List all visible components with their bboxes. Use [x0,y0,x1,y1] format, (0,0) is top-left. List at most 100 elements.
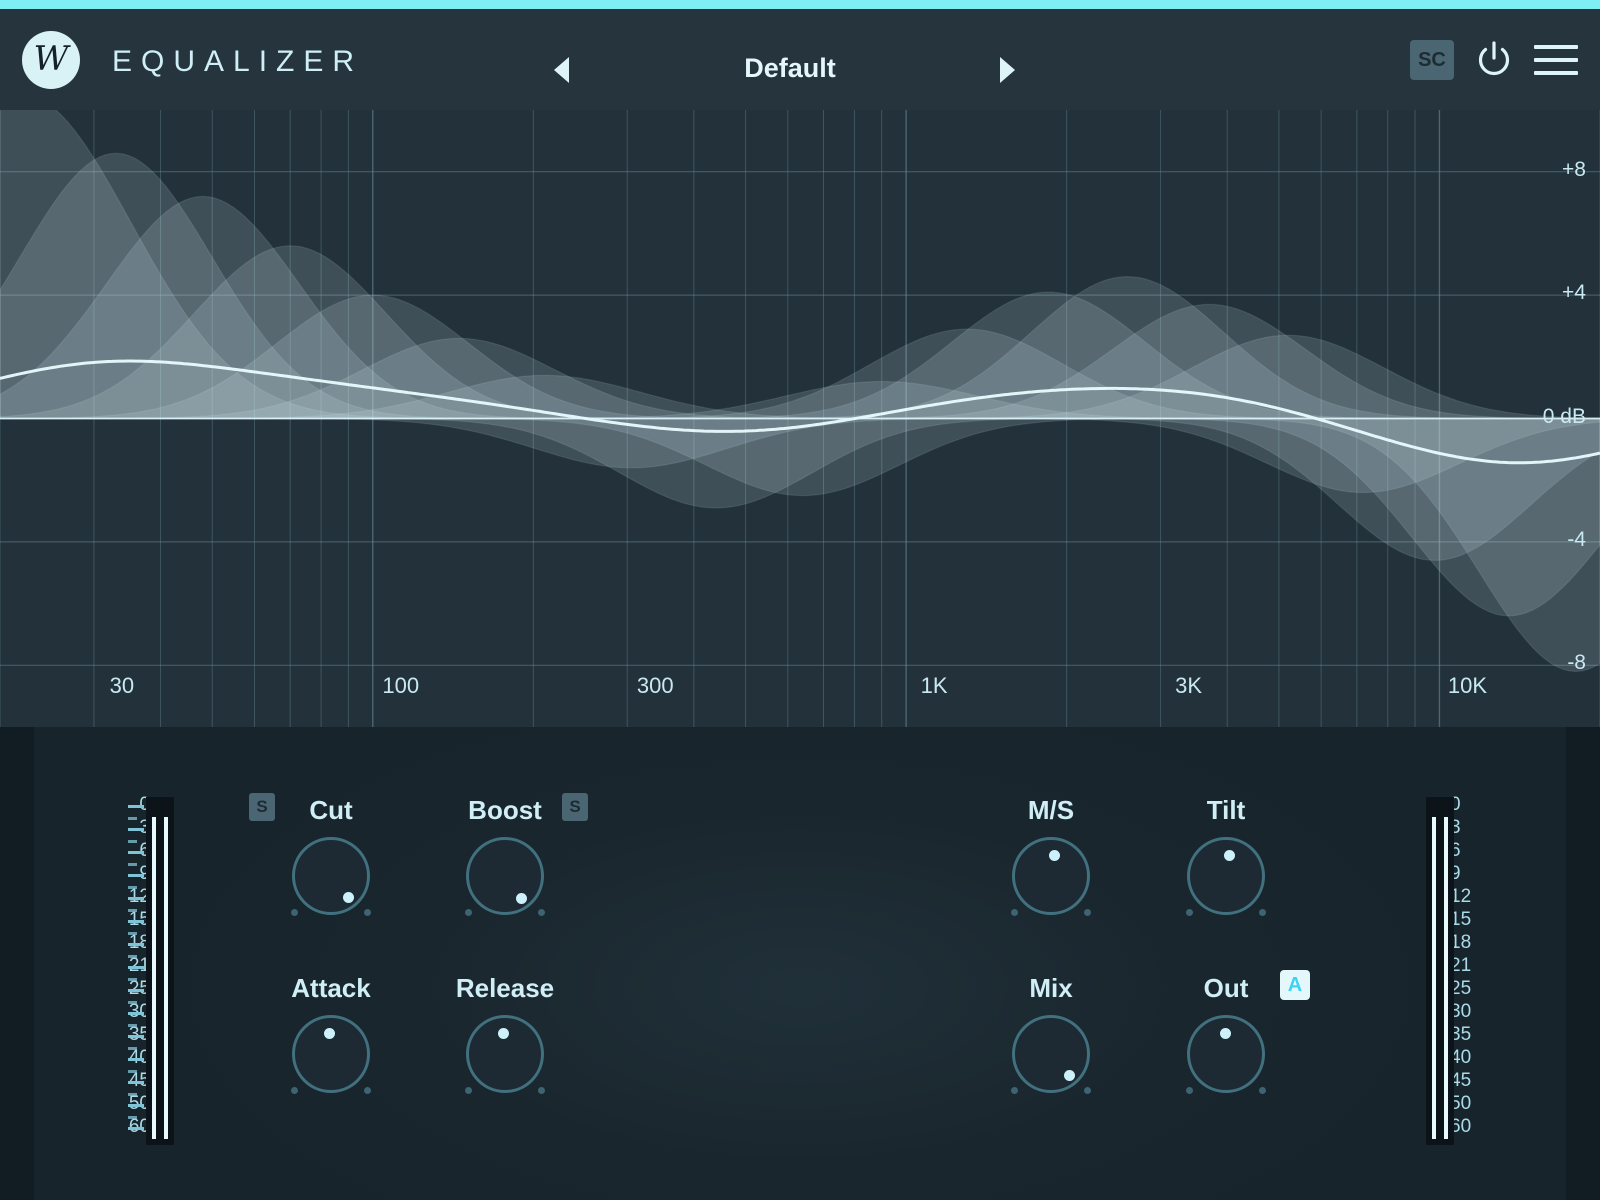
out-knob-indicator [1220,1027,1232,1039]
ms-control: M/S [972,795,1130,935]
brand-logo: W [22,31,80,89]
output-meter: 0 3 6 9 12 15 18 21 25 30 35 40 45 50 60 [1418,785,1528,1145]
release-knob-endcap-left [465,1087,472,1094]
attack-knob-endcap-right [364,1087,371,1094]
tilt-knob-endcap-right [1259,909,1266,916]
mix-knob[interactable] [1011,1015,1091,1094]
attack-knob-endcap-left [291,1087,298,1094]
boost-label: Boost [468,795,542,825]
top-accent-bar [0,0,1600,9]
attack-knob-indicator [323,1028,335,1040]
eq-spectrum-graph[interactable]: +8 +4 0 dB -4 -8 30 100 300 1K 3K 10K [0,110,1600,727]
control-panel: 03691215182125303540455060 0369121518212… [0,727,1600,1200]
boost-knob-indicator [516,893,528,905]
cut-solo-button[interactable]: S [249,793,275,821]
header-actions: SC [1410,40,1578,80]
meter-scale-label: 15 [1450,909,1472,930]
boost-control: Boost [426,795,584,935]
eq-curve-svg [0,110,1600,727]
frequency-tick-label: 30 [109,673,135,698]
frequency-tick-label: 10K [1447,673,1488,698]
output-meter-bars [1426,797,1454,1145]
meter-tick [128,897,144,900]
meter-scale-label: 40 [1450,1047,1472,1068]
boost-knob[interactable] [465,837,545,916]
meter-scale-label: 0 [1450,794,1461,815]
meter-scale-label: 18 [1450,932,1472,953]
attack-label: Attack [291,973,371,1003]
db-tick-label: 0 dB [1542,404,1586,428]
out-knob-endcap-right [1259,1087,1266,1094]
frequency-tick-label: 3K [1175,673,1203,698]
tilt-knob-endcap-left [1186,909,1193,916]
mix-label: Mix [1029,973,1073,1003]
auto-gain-button[interactable]: A [1280,970,1310,1000]
header-bar: W EQUALIZER Default SC [0,9,1600,110]
input-meter-bar-left [152,817,156,1139]
db-tick-label: -8 [1567,651,1586,675]
mix-knob-endcap-left [1011,1087,1018,1094]
meter-tick [128,1058,144,1061]
meter-scale-label: 21 [1450,955,1472,976]
output-meter-bar-right [1444,817,1448,1139]
attack-control: Attack [252,973,410,1113]
preset-next-button[interactable] [1000,57,1026,83]
meter-tick [128,989,144,992]
ms-knob-indicator [1048,849,1060,861]
meter-scale-label: 30 [1450,1001,1472,1022]
meter-scale-label: 45 [1450,1070,1472,1091]
cut-knob-endcap-right [364,909,371,916]
preset-navigator: Default [540,39,1040,101]
logo-w-glyph: W [33,39,69,79]
meter-tick [128,1104,144,1107]
meter-tick [128,874,144,877]
triangle-right-icon [1000,57,1015,83]
mix-knob-indicator [1063,1069,1075,1081]
output-meter-bar-left [1432,817,1436,1139]
out-label: Out [1203,973,1249,1003]
hamburger-menu-icon[interactable] [1534,45,1578,75]
frequency-tick-label: 1K [920,673,948,698]
sidechain-button[interactable]: SC [1410,40,1454,80]
attack-knob[interactable] [291,1015,371,1094]
meter-tick [128,1035,144,1038]
panel-right-edge [1566,727,1600,1200]
tilt-label: Tilt [1206,795,1246,825]
cut-knob[interactable] [291,837,371,916]
input-meter-bar-right [164,817,168,1139]
tilt-control: Tilt [1147,795,1305,935]
power-icon[interactable] [1476,41,1512,79]
meter-scale-label: 3 [1450,817,1461,838]
release-knob[interactable] [465,1015,545,1094]
release-label: Release [455,973,555,1003]
plugin-window: W EQUALIZER Default SC +8 +4 0 dB -4 -8 … [0,0,1600,1200]
mix-control: Mix [972,973,1130,1113]
meter-scale-label: 9 [1450,863,1461,884]
release-control: Release [426,973,584,1113]
ms-label: M/S [1027,795,1075,825]
frequency-tick-label: 300 [636,673,674,698]
preset-name[interactable]: Default [540,53,1040,84]
cut-knob-indicator [343,892,355,904]
panel-left-edge [0,727,34,1200]
ms-knob[interactable] [1011,837,1091,916]
input-meter: 03691215182125303540455060 [72,785,182,1145]
input-meter-bars [146,797,174,1145]
tilt-knob[interactable] [1186,837,1266,916]
meter-tick [128,1081,144,1084]
page-title: EQUALIZER [112,45,364,78]
meter-tick [128,943,144,946]
db-tick-label: +4 [1562,281,1586,305]
boost-knob-endcap-right [538,909,545,916]
out-knob-endcap-left [1186,1087,1193,1094]
meter-scale-label: 35 [1450,1024,1472,1045]
tilt-knob-indicator [1224,849,1236,861]
out-knob[interactable] [1186,1015,1266,1094]
meter-tick [128,920,144,923]
meter-tick [128,1127,144,1130]
release-knob-endcap-right [538,1087,545,1094]
db-tick-label: +8 [1562,157,1586,181]
boost-solo-button[interactable]: S [562,793,588,821]
meter-tick [128,851,144,854]
cut-control: Cut [252,795,410,935]
